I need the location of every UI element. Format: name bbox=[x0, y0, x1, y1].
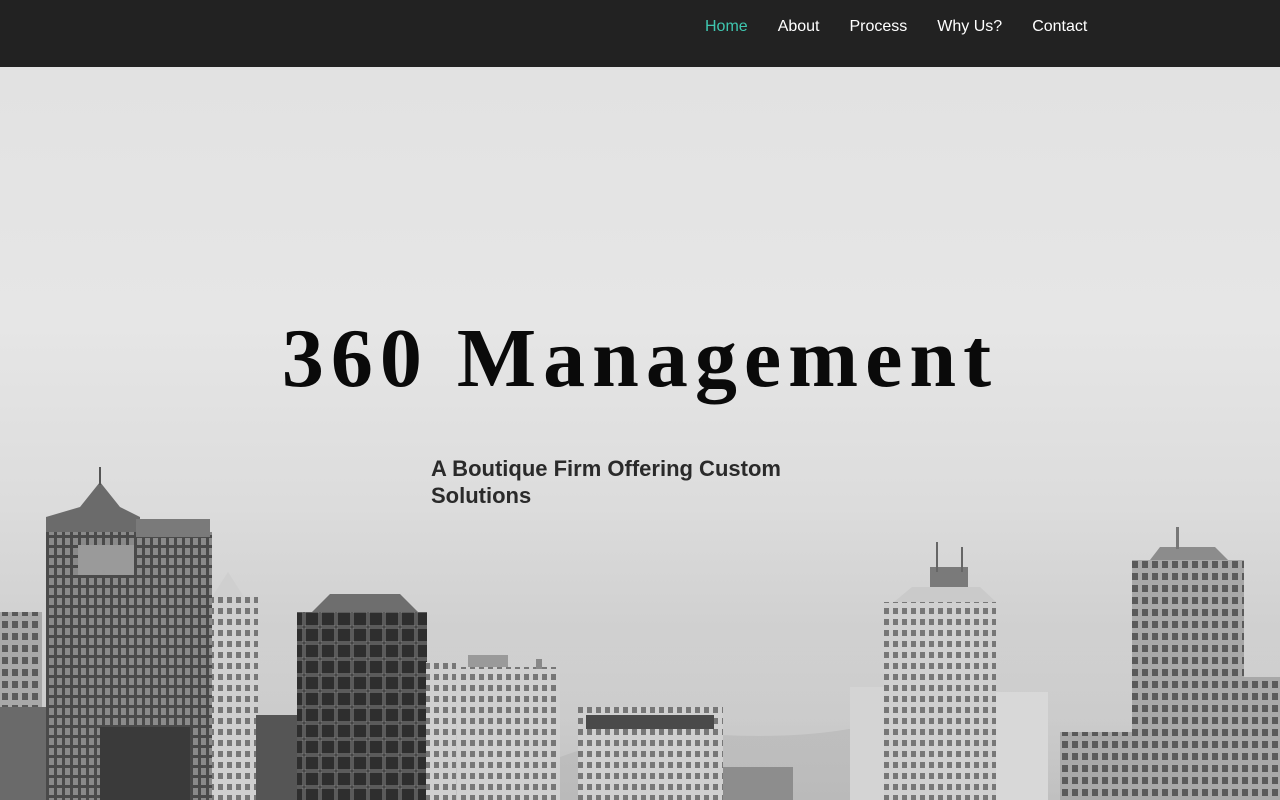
city-skyline-image bbox=[0, 467, 1280, 800]
nav-item-about: About bbox=[763, 18, 835, 36]
nav-item-why-us: Why Us? bbox=[922, 18, 1017, 36]
nav-item-home: Home bbox=[690, 18, 763, 36]
hero-title: 360 Management bbox=[281, 312, 999, 405]
nav-link-home[interactable]: Home bbox=[690, 18, 763, 36]
nav-item-process: Process bbox=[835, 18, 923, 36]
nav-menu: Home About Process Why Us? Contact bbox=[690, 0, 1102, 53]
nav-link-why-us[interactable]: Why Us? bbox=[922, 18, 1017, 36]
top-navbar: Home About Process Why Us? Contact bbox=[0, 0, 1280, 67]
hero-subtitle: A Boutique Firm Offering Custom Solution… bbox=[431, 456, 781, 508]
nav-link-process[interactable]: Process bbox=[835, 18, 923, 36]
hero-section: 360 Management A Boutique Firm Offering … bbox=[0, 67, 1280, 800]
nav-link-about[interactable]: About bbox=[763, 18, 835, 36]
nav-item-contact: Contact bbox=[1017, 18, 1102, 36]
nav-link-contact[interactable]: Contact bbox=[1017, 18, 1102, 36]
